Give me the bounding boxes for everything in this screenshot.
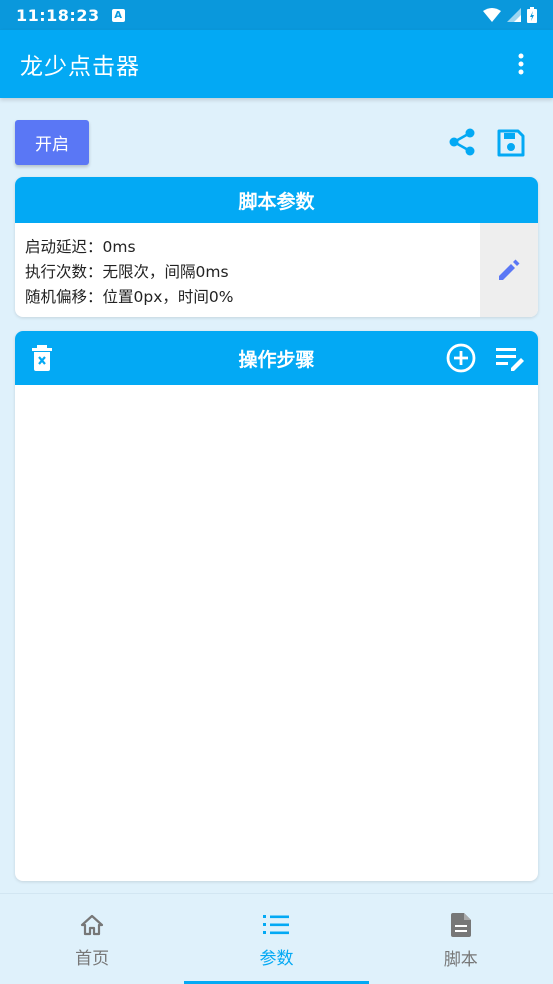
more-options-button[interactable] — [509, 44, 533, 84]
script-params-lines: 启动延迟：0ms 执行次数：无限次，间隔0ms 随机偏移：位置0px，时间0% — [25, 235, 233, 310]
list-numbered-icon — [263, 914, 290, 934]
steps-header: 操作步骤 — [15, 331, 538, 385]
nav-label-home: 首页 — [75, 948, 110, 969]
add-step-button[interactable] — [445, 331, 477, 385]
exec-count-text: 执行次数：无限次，间隔0ms — [25, 263, 229, 281]
add-circle-icon — [446, 343, 476, 373]
share-icon — [449, 128, 475, 156]
script-params-card: 脚本参数 启动延迟：0ms 执行次数：无限次，间隔0ms 随机偏移：位置0px，… — [15, 177, 538, 317]
signal-icon — [507, 8, 521, 22]
steps-title: 操作步骤 — [238, 348, 315, 371]
edit-params-button[interactable] — [480, 223, 538, 317]
nav-item-home[interactable]: 首页 — [0, 894, 184, 984]
script-params-body: 启动延迟：0ms 执行次数：无限次，间隔0ms 随机偏移：位置0px，时间0% — [15, 223, 538, 317]
steps-card: 操作步骤 — [15, 331, 538, 881]
nav-label-params: 参数 — [259, 948, 294, 969]
document-icon — [450, 912, 471, 937]
app-bar: 龙少点击器 — [0, 30, 553, 98]
save-button[interactable] — [492, 124, 530, 162]
edit-steps-button[interactable] — [493, 331, 529, 385]
nav-item-params[interactable]: 参数 — [184, 894, 369, 984]
status-bar: 11:18:23 A — [0, 0, 553, 30]
battery-icon — [527, 7, 537, 23]
share-button[interactable] — [444, 124, 480, 160]
script-params-title: 脚本参数 — [15, 177, 538, 223]
home-icon — [81, 914, 104, 935]
random-offset-text: 随机偏移：位置0px，时间0% — [25, 288, 234, 306]
notification-icon: A — [111, 8, 125, 22]
playlist-edit-icon — [496, 348, 524, 371]
status-icons — [483, 7, 537, 23]
bottom-nav: 首页 参数 脚本 — [0, 893, 553, 984]
status-time: 11:18:23 — [16, 5, 100, 25]
start-delay-text: 启动延迟：0ms — [25, 238, 136, 256]
delete-icon — [32, 345, 52, 371]
edit-pencil-icon — [499, 259, 520, 280]
clear-steps-button[interactable] — [27, 331, 57, 385]
app-title: 龙少点击器 — [20, 54, 140, 80]
more-vert-icon — [518, 53, 524, 75]
nav-label-script: 脚本 — [443, 949, 478, 970]
save-icon — [497, 129, 525, 157]
start-button[interactable]: 开启 — [15, 120, 89, 165]
nav-item-script[interactable]: 脚本 — [369, 894, 553, 984]
wifi-icon — [483, 8, 501, 22]
